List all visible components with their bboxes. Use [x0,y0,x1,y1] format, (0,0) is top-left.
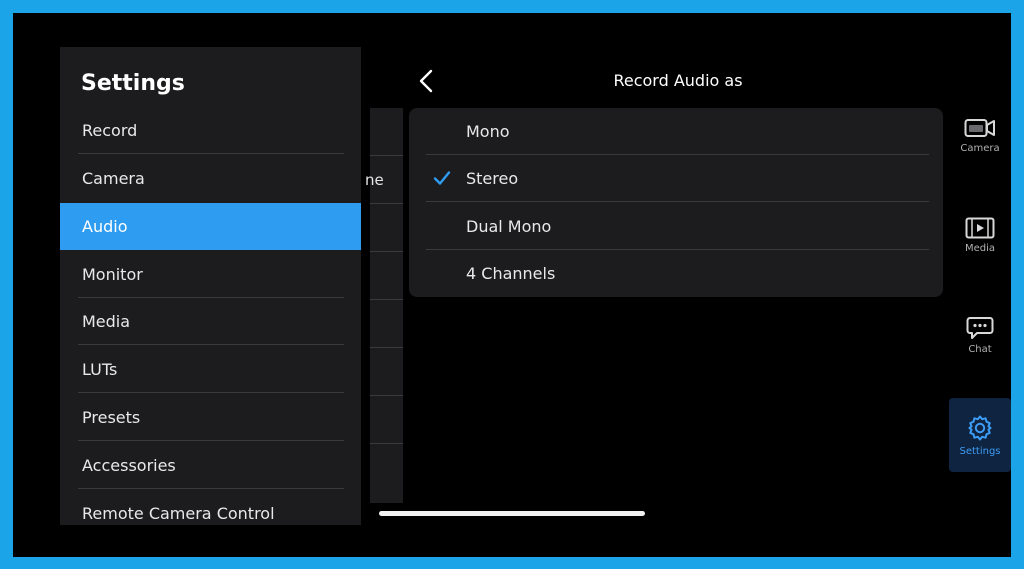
settings-item-monitor[interactable]: Monitor [60,251,361,298]
rail-label: Camera [960,142,1000,154]
settings-item-label: Presets [82,408,141,427]
divider [426,201,929,202]
settings-item-label: Accessories [82,456,176,475]
divider [78,392,344,393]
rail-chat[interactable]: Chat [949,298,1011,372]
settings-item-label: Record [82,121,138,140]
divider [370,299,403,300]
settings-item-audio[interactable]: Audio [60,203,361,250]
rail-media[interactable]: Media [949,198,1011,272]
background-audio-list [370,108,403,503]
option-stereo[interactable]: Stereo [409,155,943,202]
settings-item-presets[interactable]: Presets [60,394,361,441]
checkmark-icon [433,171,451,185]
audio-format-options: Mono Stereo Dual Mono 4 Channels [409,108,943,297]
option-label: Stereo [466,169,519,188]
settings-item-accessories[interactable]: Accessories [60,442,361,489]
divider [78,344,344,345]
settings-item-luts[interactable]: LUTs [60,346,361,393]
divider [370,395,403,396]
rail-camera[interactable]: Camera [949,98,1011,172]
divider [370,203,403,204]
settings-item-label: Remote Camera Control [82,504,275,523]
page-title: Record Audio as [613,71,743,90]
rail-label: Chat [968,343,992,355]
option-label: Dual Mono [466,217,552,236]
divider [370,347,403,348]
option-4-channels[interactable]: 4 Channels [409,250,943,297]
background-partial-text: ne [365,171,384,189]
settings-item-label: Camera [82,169,145,188]
settings-item-remote-camera-control[interactable]: Remote Camera Control [60,490,361,525]
chat-icon [966,316,994,339]
divider [78,153,344,154]
option-dual-mono[interactable]: Dual Mono [409,203,943,250]
option-mono[interactable]: Mono [409,108,943,155]
app-screen: ne Settings Record Camera Audio Monitor … [13,13,1011,557]
divider [370,155,403,156]
option-label: 4 Channels [466,264,556,283]
divider [370,251,403,252]
camera-icon [964,118,995,137]
settings-item-label: Monitor [82,265,143,284]
divider [370,443,403,444]
home-indicator[interactable] [379,511,645,516]
chevron-left-icon [419,69,433,93]
settings-item-record[interactable]: Record [60,107,361,154]
rail-label: Media [964,242,996,254]
rail-settings[interactable]: Settings [949,398,1011,472]
settings-item-label: Media [82,312,131,331]
settings-item-media[interactable]: Media [60,298,361,345]
gear-icon [968,415,992,440]
settings-panel: Settings Record Camera Audio Monitor Med… [60,47,361,525]
back-button[interactable] [413,67,439,95]
settings-title: Settings [81,71,185,96]
settings-item-camera[interactable]: Camera [60,155,361,202]
settings-item-label: LUTs [82,360,118,379]
divider [78,440,344,441]
film-icon [965,217,995,238]
option-label: Mono [466,122,510,141]
divider [78,488,344,489]
rail-label: Settings [959,445,1001,457]
settings-item-label: Audio [82,217,128,236]
